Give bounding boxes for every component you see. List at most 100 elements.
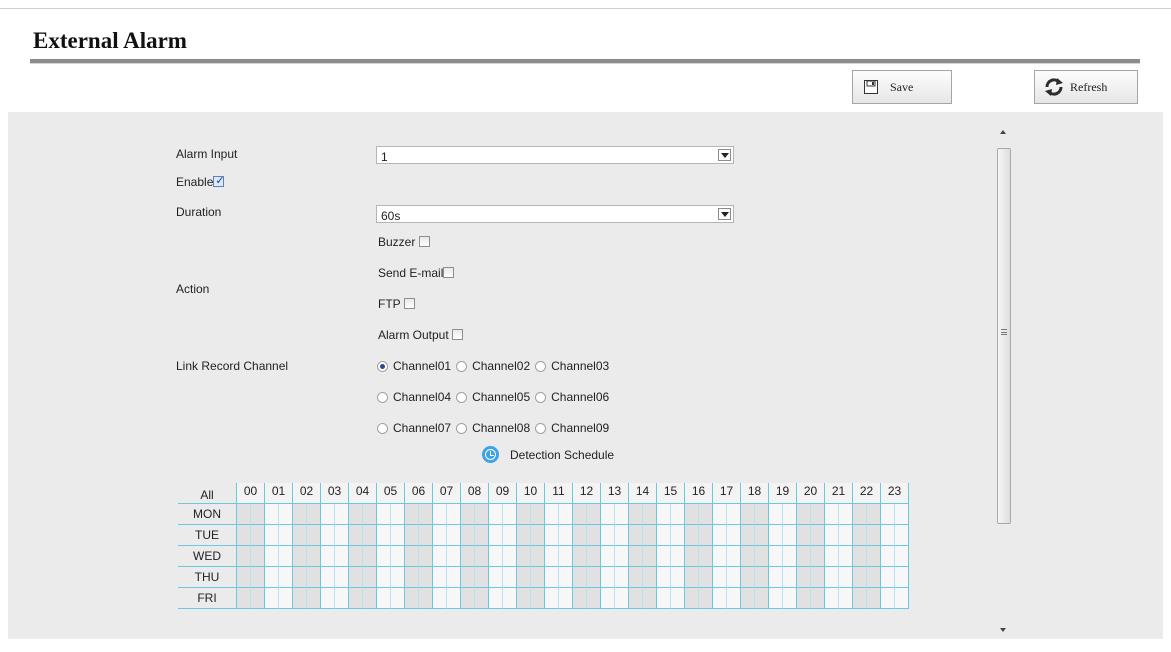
- schedule-grid[interactable]: All 00 01 02 03 04 05 06 07 08 09 10 11 12 13 14 15 16 17 1…: [178, 483, 909, 609]
- schedule-slot[interactable]: [769, 588, 783, 609]
- channel-radio[interactable]: Channel03: [535, 359, 609, 373]
- schedule-slot[interactable]: [334, 588, 348, 609]
- schedule-slot[interactable]: [461, 588, 475, 609]
- schedule-slot[interactable]: [278, 525, 292, 546]
- schedule-slot[interactable]: [614, 504, 628, 525]
- alarm-output-checkbox[interactable]: [452, 329, 464, 340]
- schedule-slot[interactable]: [293, 567, 307, 588]
- schedule-hour-header[interactable]: 07: [433, 483, 461, 504]
- schedule-slot[interactable]: [782, 546, 796, 567]
- schedule-slot[interactable]: [657, 546, 671, 567]
- radio-button[interactable]: [377, 391, 388, 403]
- schedule-slot[interactable]: [685, 546, 699, 567]
- schedule-hour-header[interactable]: 22: [853, 483, 881, 504]
- schedule-hour-header[interactable]: 12: [573, 483, 601, 504]
- schedule-hour-header[interactable]: 00: [237, 483, 265, 504]
- schedule-slot[interactable]: [586, 525, 600, 546]
- schedule-slot[interactable]: [321, 525, 335, 546]
- schedule-slot[interactable]: [685, 567, 699, 588]
- schedule-slot[interactable]: [377, 567, 391, 588]
- schedule-slot[interactable]: [278, 588, 292, 609]
- radio-button[interactable]: [535, 360, 547, 372]
- schedule-slot[interactable]: [825, 567, 839, 588]
- schedule-slot[interactable]: [489, 546, 503, 567]
- schedule-slot[interactable]: [545, 525, 559, 546]
- schedule-slot[interactable]: [614, 567, 628, 588]
- schedule-slot[interactable]: [629, 567, 643, 588]
- schedule-slot[interactable]: [713, 504, 727, 525]
- schedule-slot[interactable]: [377, 504, 391, 525]
- schedule-slot[interactable]: [601, 546, 615, 567]
- schedule-slot[interactable]: [894, 525, 908, 546]
- schedule-slot[interactable]: [782, 525, 796, 546]
- schedule-slot[interactable]: [698, 588, 712, 609]
- schedule-slot[interactable]: [390, 567, 404, 588]
- schedule-slot[interactable]: [629, 588, 643, 609]
- schedule-slot[interactable]: [545, 546, 559, 567]
- schedule-slot[interactable]: [573, 525, 587, 546]
- schedule-slot[interactable]: [657, 588, 671, 609]
- schedule-slot[interactable]: [250, 525, 264, 546]
- schedule-slot[interactable]: [881, 525, 895, 546]
- schedule-slot[interactable]: [293, 504, 307, 525]
- schedule-slot[interactable]: [810, 504, 824, 525]
- schedule-slot[interactable]: [306, 546, 320, 567]
- schedule-slot[interactable]: [754, 546, 768, 567]
- schedule-slot[interactable]: [698, 504, 712, 525]
- schedule-slot[interactable]: [741, 504, 755, 525]
- schedule-slot[interactable]: [881, 504, 895, 525]
- schedule-slot[interactable]: [741, 567, 755, 588]
- schedule-slot[interactable]: [489, 588, 503, 609]
- schedule-hour-header[interactable]: 13: [601, 483, 629, 504]
- schedule-slot[interactable]: [334, 525, 348, 546]
- scroll-down-icon[interactable]: [1000, 628, 1006, 632]
- schedule-slot[interactable]: [502, 546, 516, 567]
- schedule-slot[interactable]: [517, 546, 531, 567]
- schedule-slot[interactable]: [670, 504, 684, 525]
- schedule-hour-header[interactable]: 10: [517, 483, 545, 504]
- schedule-slot[interactable]: [601, 567, 615, 588]
- scroll-up-icon[interactable]: [1000, 130, 1006, 134]
- schedule-slot[interactable]: [782, 504, 796, 525]
- schedule-slot[interactable]: [321, 588, 335, 609]
- schedule-slot[interactable]: [517, 504, 531, 525]
- schedule-slot[interactable]: [530, 504, 544, 525]
- schedule-slot[interactable]: [769, 546, 783, 567]
- schedule-slot[interactable]: [545, 588, 559, 609]
- schedule-slot[interactable]: [362, 588, 376, 609]
- schedule-slot[interactable]: [530, 546, 544, 567]
- schedule-hour-header[interactable]: 01: [265, 483, 293, 504]
- schedule-day-label[interactable]: MON: [178, 504, 237, 525]
- schedule-slot[interactable]: [390, 588, 404, 609]
- schedule-slot[interactable]: [349, 525, 363, 546]
- schedule-slot[interactable]: [265, 588, 279, 609]
- schedule-slot[interactable]: [769, 567, 783, 588]
- schedule-slot[interactable]: [601, 504, 615, 525]
- schedule-hour-header[interactable]: 16: [685, 483, 713, 504]
- schedule-slot[interactable]: [838, 546, 852, 567]
- schedule-slot[interactable]: [853, 588, 867, 609]
- schedule-slot[interactable]: [349, 504, 363, 525]
- schedule-hour-header[interactable]: 14: [629, 483, 657, 504]
- schedule-slot[interactable]: [670, 567, 684, 588]
- schedule-slot[interactable]: [698, 567, 712, 588]
- schedule-slot[interactable]: [866, 546, 880, 567]
- schedule-slot[interactable]: [838, 588, 852, 609]
- refresh-button[interactable]: Refresh: [1034, 70, 1138, 104]
- schedule-slot[interactable]: [293, 525, 307, 546]
- vertical-scrollbar[interactable]: [995, 124, 1013, 637]
- channel-radio[interactable]: Channel06: [535, 390, 609, 404]
- schedule-slot[interactable]: [474, 567, 488, 588]
- schedule-hour-header[interactable]: 17: [713, 483, 741, 504]
- schedule-slot[interactable]: [853, 525, 867, 546]
- schedule-slot[interactable]: [418, 504, 432, 525]
- schedule-slot[interactable]: [377, 525, 391, 546]
- schedule-slot[interactable]: [797, 525, 811, 546]
- schedule-slot[interactable]: [810, 567, 824, 588]
- channel-radio[interactable]: Channel07: [377, 421, 451, 435]
- schedule-hour-header[interactable]: 23: [881, 483, 909, 504]
- schedule-hour-header[interactable]: 21: [825, 483, 853, 504]
- schedule-slot[interactable]: [838, 504, 852, 525]
- schedule-slot[interactable]: [461, 504, 475, 525]
- schedule-day-label[interactable]: THU: [178, 567, 237, 588]
